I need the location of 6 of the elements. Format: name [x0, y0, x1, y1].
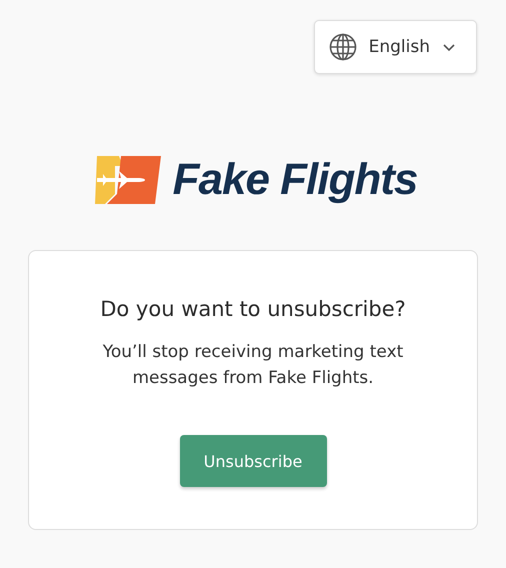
card-message: You’ll stop receiving marketing text messages from Fake Flights.: [102, 341, 404, 390]
card-title: Do you want to unsubscribe?: [100, 297, 406, 321]
chevron-down-icon: [442, 42, 456, 52]
brand-name: Fake Flights: [172, 155, 418, 205]
language-dropdown[interactable]: English: [314, 20, 477, 74]
globe-icon: [328, 33, 357, 61]
